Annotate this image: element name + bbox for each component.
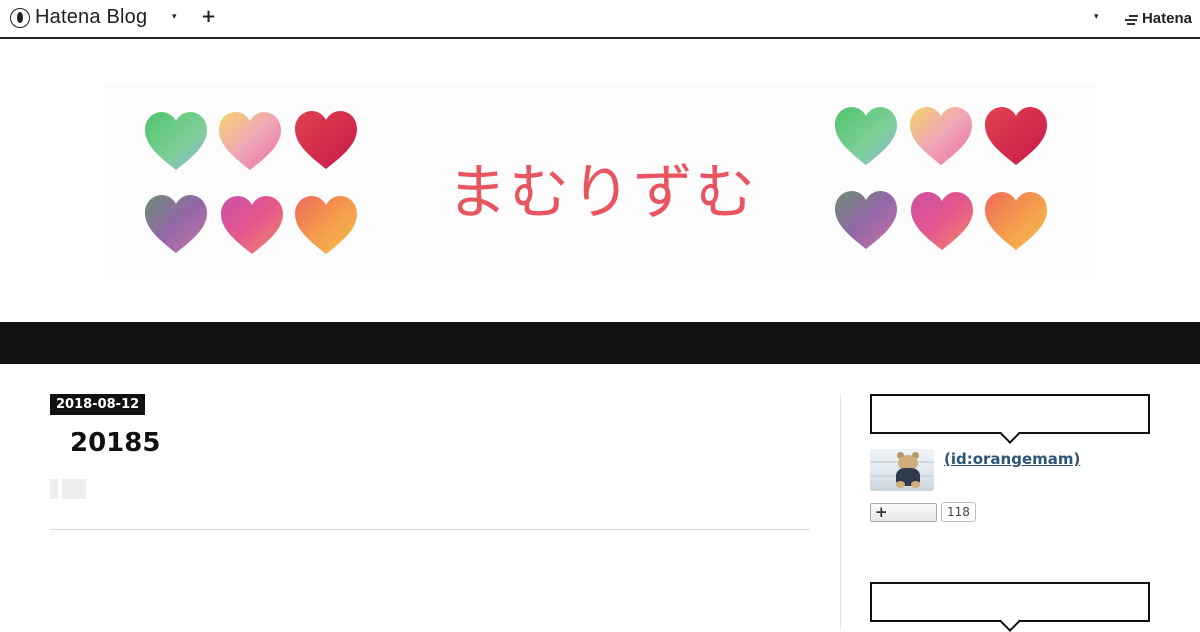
caret-down-icon[interactable]: ▾ bbox=[1094, 12, 1099, 22]
hatena-link[interactable]: Hatena bbox=[1124, 10, 1192, 27]
heart-icon bbox=[835, 191, 897, 249]
add-entry-button[interactable]: + bbox=[201, 6, 216, 27]
column-divider bbox=[840, 394, 841, 630]
heart-icon bbox=[221, 196, 283, 254]
heart-icon bbox=[911, 192, 973, 250]
sidebar-module-heading-profile bbox=[870, 394, 1150, 444]
avatar[interactable] bbox=[870, 449, 934, 491]
heart-icon bbox=[145, 195, 207, 253]
brand-name: Hatena Blog bbox=[35, 6, 148, 28]
hatena-blog-logo-icon bbox=[10, 7, 30, 28]
entry-divider bbox=[50, 529, 810, 530]
global-header: Hatena Blog ▾ + ▾ Hatena bbox=[0, 0, 1200, 39]
sidebar-module-heading bbox=[870, 582, 1150, 632]
entry-category-chip[interactable] bbox=[50, 479, 58, 499]
entry-date[interactable]: 2018-08-12 bbox=[50, 394, 146, 415]
caret-down-icon[interactable]: ▾ bbox=[172, 12, 177, 22]
heart-icon bbox=[985, 107, 1047, 165]
readers-count: 118 bbox=[941, 502, 976, 522]
heart-icon bbox=[295, 196, 357, 254]
heart-icon bbox=[985, 192, 1047, 250]
hatena-logo-icon bbox=[1124, 13, 1139, 25]
heart-icon bbox=[295, 111, 357, 169]
hatena-blog-logo[interactable]: Hatena Blog bbox=[10, 6, 147, 29]
entry-title[interactable]: 20185 bbox=[70, 428, 160, 458]
navigation-bar bbox=[0, 322, 1200, 364]
plus-icon: + bbox=[875, 503, 888, 521]
heart-icon bbox=[835, 107, 897, 165]
heart-icon bbox=[910, 107, 972, 165]
entry-category-chip[interactable] bbox=[62, 479, 86, 499]
profile-id-link[interactable]: (id:orangemam) bbox=[944, 450, 1080, 468]
heart-icon bbox=[145, 112, 207, 170]
hatena-link-label: Hatena bbox=[1141, 10, 1192, 27]
subscribe-button[interactable]: + bbox=[870, 503, 937, 522]
heart-icon bbox=[219, 112, 281, 170]
blog-title: まむりずむ bbox=[447, 158, 757, 228]
